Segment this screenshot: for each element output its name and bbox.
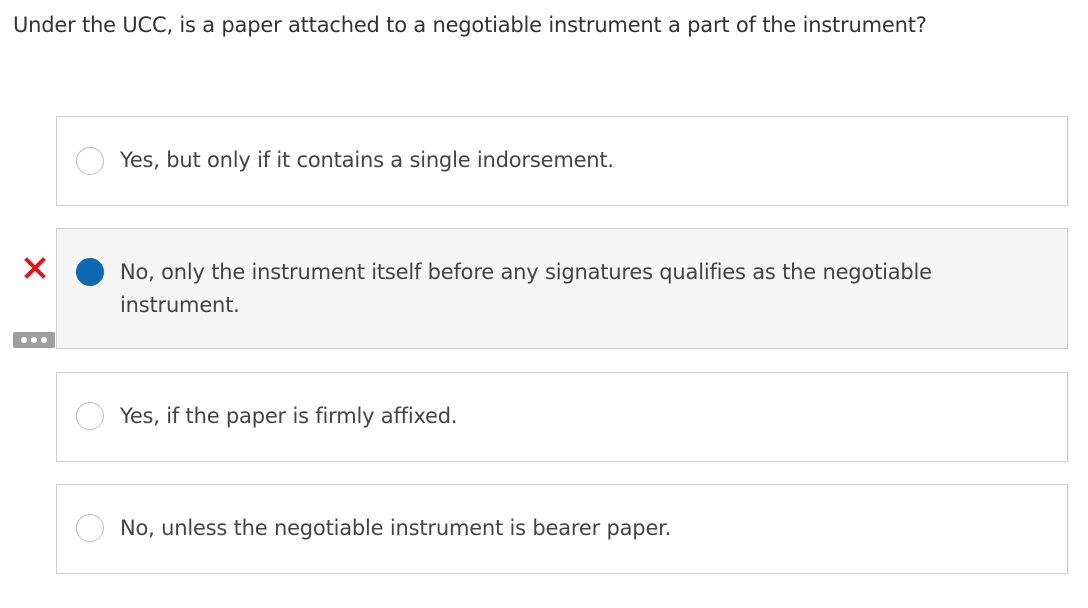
radio-button-2[interactable] — [76, 258, 104, 286]
x-mark-icon — [24, 257, 46, 279]
radio-button-1[interactable] — [76, 147, 104, 175]
answer-option-3[interactable]: Yes, if the paper is firmly affixed. — [56, 372, 1068, 462]
more-dot-icon — [31, 337, 37, 343]
answer-option-4[interactable]: No, unless the negotiable instrument is … — [56, 484, 1068, 574]
answer-option-4-label: No, unless the negotiable instrument is … — [120, 516, 672, 540]
more-dot-icon — [21, 337, 27, 343]
answer-option-3-label: Yes, if the paper is firmly affixed. — [120, 404, 458, 428]
more-dot-icon — [41, 337, 47, 343]
answer-option-1-label: Yes, but only if it contains a single in… — [120, 148, 614, 172]
more-options-icon[interactable] — [13, 332, 55, 348]
answer-option-2-label: No, only the instrument itself before an… — [120, 260, 932, 317]
radio-button-3[interactable] — [76, 402, 104, 430]
answer-option-1[interactable]: Yes, but only if it contains a single in… — [56, 116, 1068, 206]
question-text: Under the UCC, is a paper attached to a … — [13, 13, 927, 37]
radio-button-4[interactable] — [76, 514, 104, 542]
answer-option-2[interactable]: No, only the instrument itself before an… — [56, 228, 1068, 349]
